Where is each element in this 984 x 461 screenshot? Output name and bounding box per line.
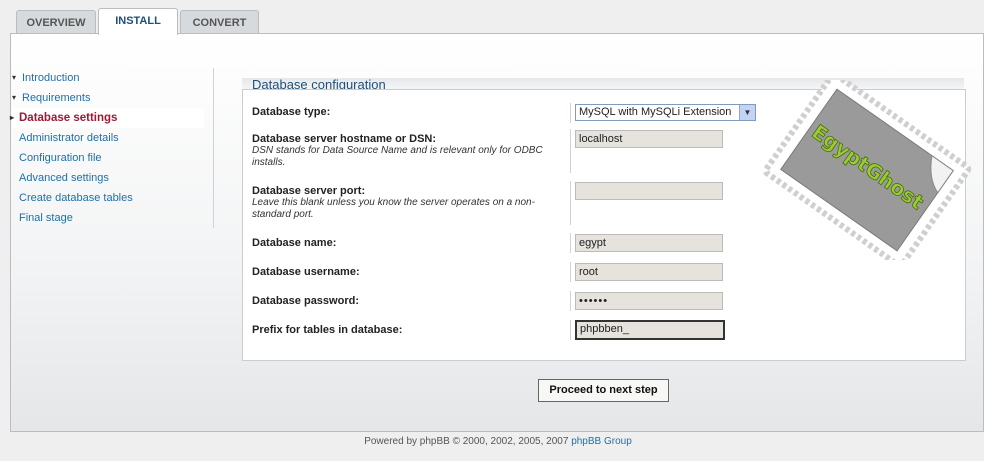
separator: [570, 233, 571, 253]
tab-install[interactable]: INSTALL: [98, 8, 178, 35]
db-username-input[interactable]: root: [575, 263, 723, 281]
chevron-down-icon[interactable]: ▼: [739, 105, 755, 120]
db-password-input[interactable]: ••••••: [575, 292, 723, 310]
menu-item-label: Requirements: [22, 92, 91, 104]
port-label: Database server port:: [252, 185, 366, 197]
prefix-row: Prefix for tables in database:: [252, 324, 562, 336]
installer-page: OVERVIEW INSTALL CONVERT ▾ Introduction …: [0, 0, 984, 461]
footer-text: Powered by phpBB © 2000, 2002, 2005, 200…: [364, 436, 569, 447]
tab-convert[interactable]: CONVERT: [180, 10, 259, 34]
menu-item-requirements[interactable]: ▾ Requirements: [12, 88, 204, 108]
db-type-value: MySQL with MySQLi Extension: [579, 106, 732, 118]
separator: [570, 181, 571, 225]
menu-item-configuration-file[interactable]: Configuration file: [12, 148, 204, 168]
db-type-select[interactable]: MySQL with MySQLi Extension ▼: [575, 104, 756, 121]
separator: [570, 320, 571, 340]
db-password-label: Database password:: [252, 295, 359, 307]
proceed-button[interactable]: Proceed to next step: [538, 379, 669, 402]
menu-item-label: Configuration file: [19, 152, 102, 164]
step-menu: ▾ Introduction ▾ Requirements ▸ Database…: [10, 68, 204, 228]
db-username-row: Database username:: [252, 266, 562, 278]
separator: [570, 291, 571, 311]
phpbb-group-link[interactable]: phpBB Group: [571, 436, 632, 447]
db-name-row: Database name:: [252, 237, 562, 249]
menu-divider: [213, 68, 214, 228]
hostname-hint: DSN stands for Data Source Name and is r…: [252, 145, 543, 168]
db-username-label: Database username:: [252, 266, 360, 278]
menu-item-introduction[interactable]: ▾ Introduction: [12, 68, 204, 88]
done-marker-icon: ▾: [12, 73, 17, 82]
prefix-input[interactable]: phpbben_: [575, 320, 725, 340]
db-name-label: Database name:: [252, 237, 337, 249]
menu-item-label: Administrator details: [19, 132, 119, 144]
hostname-label: Database server hostname or DSN:: [252, 133, 437, 145]
menu-item-advanced-settings[interactable]: Advanced settings: [12, 168, 204, 188]
menu-item-final-stage[interactable]: Final stage: [12, 208, 204, 228]
hostname-input[interactable]: localhost: [575, 130, 723, 148]
menu-item-label: Advanced settings: [19, 172, 109, 184]
separator: [570, 129, 571, 173]
port-row: Database server port: Leave this blank u…: [252, 185, 562, 221]
separator: [570, 262, 571, 282]
db-name-input[interactable]: egypt: [575, 234, 723, 252]
tab-overview[interactable]: OVERVIEW: [16, 10, 96, 34]
menu-item-label: Create database tables: [19, 192, 133, 204]
current-marker-icon: ▸: [10, 113, 15, 122]
menu-item-label: Introduction: [22, 72, 80, 84]
menu-item-create-database-tables[interactable]: Create database tables: [12, 188, 204, 208]
separator: [570, 103, 571, 123]
egyptghost-stamp-logo: EgyptGhost: [762, 80, 972, 260]
prefix-label: Prefix for tables in database:: [252, 324, 403, 336]
hostname-row: Database server hostname or DSN: DSN sta…: [252, 133, 562, 169]
port-input[interactable]: [575, 182, 723, 200]
menu-item-database-settings[interactable]: ▸ Database settings: [10, 108, 204, 128]
menu-item-label: Database settings: [19, 112, 118, 124]
db-type-label: Database type:: [252, 106, 331, 118]
footer: Powered by phpBB © 2000, 2002, 2005, 200…: [0, 436, 984, 447]
db-type-row: Database type:: [252, 106, 562, 118]
port-hint: Leave this blank unless you know the ser…: [252, 197, 535, 220]
menu-item-label: Final stage: [19, 212, 73, 224]
menu-item-administrator-details[interactable]: Administrator details: [12, 128, 204, 148]
done-marker-icon: ▾: [12, 93, 17, 102]
db-password-row: Database password:: [252, 295, 562, 307]
